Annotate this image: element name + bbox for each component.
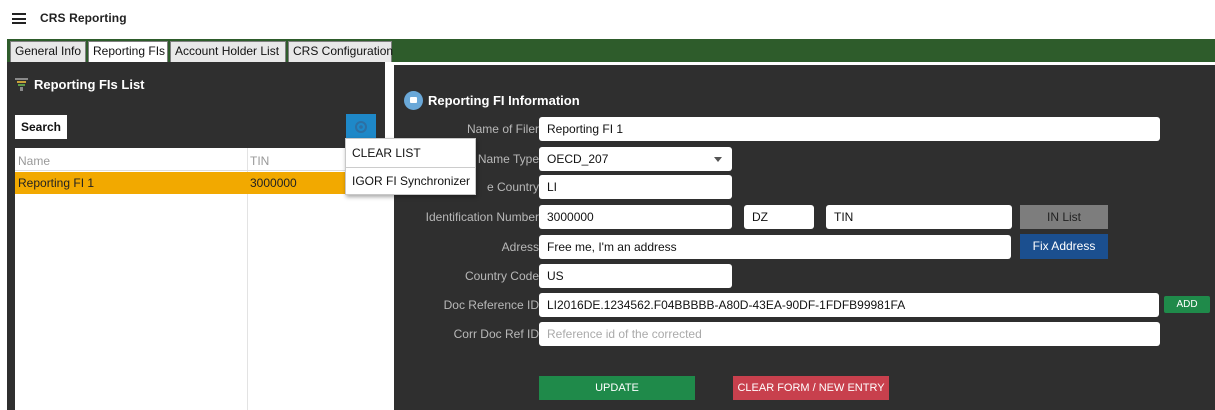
menu-item-clear-list[interactable]: CLEAR LIST xyxy=(346,140,475,167)
update-button[interactable]: UPDATE xyxy=(539,376,695,400)
column-header-tin[interactable]: TIN xyxy=(250,154,269,168)
hamburger-menu-icon[interactable] xyxy=(12,13,26,24)
tab-strip: General Info Reporting FIs Account Holde… xyxy=(7,39,1215,62)
info-badge-icon xyxy=(404,91,423,110)
add-doc-ref-button[interactable]: ADD xyxy=(1164,296,1210,313)
tree-icon xyxy=(15,78,28,94)
fix-address-button[interactable]: Fix Address xyxy=(1020,234,1108,259)
name-of-filer-label: Name of Filer xyxy=(466,122,539,136)
menu-item-igor-fi-synchronizer[interactable]: IGOR FI Synchronizer xyxy=(346,168,475,195)
app-title: CRS Reporting xyxy=(40,11,127,25)
identification-country-input[interactable]: DZ xyxy=(744,205,814,229)
reporting-fi-information-panel: Reporting FI Information Name of Filer R… xyxy=(394,65,1215,410)
column-header-name[interactable]: Name xyxy=(18,154,50,168)
tab-general-info[interactable]: General Info xyxy=(10,41,86,62)
app-window: CRS Reporting General Info Reporting FIs… xyxy=(0,0,1215,410)
identification-type-input[interactable]: TIN xyxy=(826,205,1012,229)
residence-country-label: e Country xyxy=(486,180,539,194)
name-of-filer-input[interactable]: Reporting FI 1 xyxy=(539,117,1160,141)
list-panel-title: Reporting FIs List xyxy=(15,77,145,94)
residence-country-input[interactable]: LI xyxy=(539,175,732,199)
corr-doc-ref-id-label: Corr Doc Ref ID xyxy=(453,327,539,341)
corr-doc-ref-id-input[interactable]: Reference id of the corrected xyxy=(539,322,1160,346)
name-type-value: OECD_207 xyxy=(547,152,609,166)
name-type-label: Name Type xyxy=(477,152,539,166)
list-options-button[interactable] xyxy=(346,114,376,140)
chevron-down-icon xyxy=(714,157,722,162)
country-code-label: Country Code xyxy=(464,269,539,283)
top-bar: CRS Reporting xyxy=(0,0,1215,38)
table-row[interactable]: Reporting FI 1 3000000 xyxy=(15,172,385,194)
list-panel-title-text: Reporting FIs List xyxy=(34,77,145,92)
in-list-button[interactable]: IN List xyxy=(1020,205,1108,229)
identification-number-label: Identification Number xyxy=(425,210,539,224)
tab-account-holder-list[interactable]: Account Holder List xyxy=(170,41,286,62)
address-label: Adress xyxy=(501,240,539,254)
doc-reference-id-input[interactable]: LI2016DE.1234562.F04BBBBB-A80D-43EA-90DF… xyxy=(539,293,1159,317)
doc-reference-id-label: Doc Reference ID xyxy=(443,298,539,312)
clear-form-new-entry-button[interactable]: CLEAR FORM / NEW ENTRY xyxy=(733,376,889,400)
row-name-cell: Reporting FI 1 xyxy=(18,176,95,190)
identification-number-input[interactable]: 3000000 xyxy=(539,205,732,229)
reporting-fis-table: Name TIN Reporting FI 1 3000000 xyxy=(15,148,385,410)
address-input[interactable]: Free me, I'm an address xyxy=(539,235,1011,259)
tab-crs-configuration[interactable]: CRS Configuration xyxy=(288,41,393,62)
search-button[interactable]: Search xyxy=(15,115,67,139)
table-header: Name TIN xyxy=(15,148,385,171)
country-code-input[interactable]: US xyxy=(539,264,732,288)
gear-icon xyxy=(355,121,367,133)
form-title-text: Reporting FI Information xyxy=(428,93,580,108)
row-tin-cell: 3000000 xyxy=(250,176,297,190)
list-options-menu: CLEAR LIST IGOR FI Synchronizer xyxy=(345,138,476,195)
name-type-select[interactable]: OECD_207 xyxy=(539,147,732,171)
reporting-fis-list-panel: Reporting FIs List Search Name TIN Repor… xyxy=(7,62,385,410)
form-title: Reporting FI Information xyxy=(404,91,580,110)
tab-reporting-fis[interactable]: Reporting FIs xyxy=(88,41,168,62)
